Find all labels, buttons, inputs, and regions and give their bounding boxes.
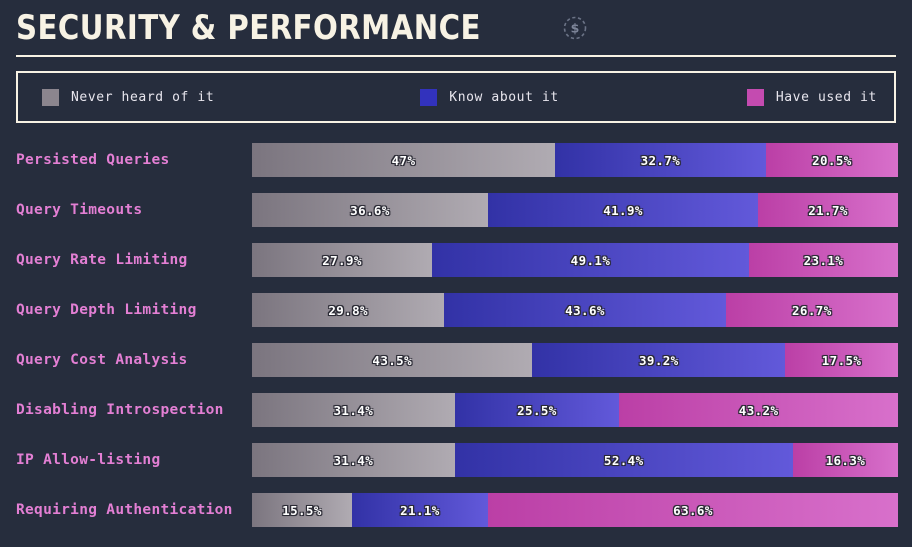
bar-row-label: Disabling Introspection (16, 402, 224, 418)
bar-segment-never-heard[interactable]: 31.4% (252, 393, 455, 427)
bar-segment-value: 63.6% (673, 502, 713, 518)
bar-segment-never-heard[interactable]: 27.9% (252, 243, 433, 277)
bar-segment-value: 39.2% (638, 352, 679, 368)
bar-segment-know-about[interactable]: 39.2% (532, 343, 786, 377)
bar-segment-value: 16.3% (825, 452, 866, 468)
bar-segment-know-about[interactable]: 25.5% (454, 393, 620, 427)
bar-segment-know-about[interactable]: 43.6% (444, 293, 726, 327)
dollar-circle-icon: $ (562, 15, 588, 41)
bar-segment-know-about[interactable]: 21.1% (351, 493, 488, 527)
bar-segment-value: 43.2% (738, 402, 779, 418)
legend-item-label: Have used it (775, 89, 877, 105)
bar-segment-value: 49.1% (570, 252, 611, 268)
bar-segment-have-used[interactable]: 63.6% (487, 493, 898, 527)
bar-row: Query Rate Limiting 27.9% 49.1% 23.1% (16, 235, 898, 285)
bar-segment-have-used[interactable]: 20.5% (765, 143, 898, 177)
bar-track: 29.8% 43.6% 26.7% (252, 293, 898, 327)
bar-segment-know-about[interactable]: 49.1% (432, 243, 749, 277)
bar-row-label: Persisted Queries (16, 152, 170, 168)
bar-row-label: Query Cost Analysis (16, 352, 188, 368)
bar-segment-have-used[interactable]: 17.5% (785, 343, 898, 377)
legend-swatch-icon (42, 88, 59, 106)
bar-segment-value: 23.1% (803, 252, 844, 268)
legend-item-never_heard[interactable]: Never heard of it (42, 88, 215, 106)
bar-segment-never-heard[interactable]: 15.5% (252, 493, 352, 527)
bar-segment-never-heard[interactable]: 29.8% (252, 293, 445, 327)
bar-segment-value: 36.6% (350, 202, 390, 218)
page-header: SECURITY & PERFORMANCE $ (0, 0, 912, 55)
bar-segment-have-used[interactable]: 21.7% (758, 193, 898, 227)
bar-row-label: Query Timeouts (16, 202, 143, 218)
bar-segment-value: 52.4% (603, 452, 644, 468)
bar-segment-value: 29.8% (328, 302, 368, 318)
bar-row: Persisted Queries 47% 32.7% 20.5% (16, 135, 898, 185)
bar-segment-know-about[interactable]: 52.4% (454, 443, 793, 477)
bar-segment-value: 21.1% (400, 502, 440, 518)
bar-segment-know-about[interactable]: 41.9% (487, 193, 759, 227)
bar-segment-value: 43.5% (372, 352, 413, 368)
stacked-bar-chart: Persisted Queries 47% 32.7% 20.5% Query Time… (0, 135, 912, 535)
legend-item-know_about[interactable]: Know about it (420, 88, 559, 106)
chart-legend: Never heard of it Know about it Have used … (16, 71, 896, 123)
bar-row: Requiring Authentication 15.5% 21.1% 63.6% (16, 485, 898, 535)
legend-item-label: Never heard of it (71, 89, 215, 105)
bar-segment-value: 32.7% (640, 152, 681, 168)
bar-row-label: Query Rate Limiting (16, 252, 188, 268)
bar-segment-value: 31.4% (333, 402, 374, 418)
bar-row: Disabling Introspection 31.4% 25.5% 43.2% (16, 385, 898, 435)
bar-segment-value: 43.6% (565, 302, 605, 318)
legend-item-have_used[interactable]: Have used it (746, 88, 877, 106)
bar-segment-never-heard[interactable]: 47% (252, 143, 555, 177)
page-title: SECURITY & PERFORMANCE (16, 7, 481, 48)
bar-segment-have-used[interactable]: 16.3% (792, 443, 898, 477)
bar-row: Query Timeouts 36.6% 41.9% 21.7% (16, 185, 898, 235)
legend-swatch-icon (746, 88, 764, 106)
bar-segment-value: 27.9% (322, 252, 362, 268)
legend-swatch-icon (420, 88, 438, 106)
bar-track: 27.9% 49.1% 23.1% (252, 243, 898, 277)
bar-segment-value: 21.7% (808, 202, 848, 218)
bar-row: Query Cost Analysis 43.5% 39.2% 17.5% (16, 335, 898, 385)
bar-segment-value: 20.5% (812, 152, 852, 168)
bar-segment-value: 47% (391, 152, 416, 168)
bar-segment-value: 41.9% (603, 202, 643, 218)
bar-segment-have-used[interactable]: 43.2% (619, 393, 898, 427)
bar-row-label: Query Depth Limiting (16, 302, 197, 318)
bar-row: IP Allow-listing 31.4% 52.4% 16.3% (16, 435, 898, 485)
bar-segment-never-heard[interactable]: 36.6% (252, 193, 488, 227)
svg-text:$: $ (570, 20, 579, 35)
bar-track: 43.5% 39.2% 17.5% (252, 343, 898, 377)
bar-row-label: IP Allow-listing (16, 452, 161, 468)
bar-segment-value: 17.5% (821, 352, 862, 368)
header-divider (16, 55, 896, 57)
bar-track: 31.4% 52.4% 16.3% (252, 443, 898, 477)
bar-track: 31.4% 25.5% 43.2% (252, 393, 898, 427)
bar-segment-have-used[interactable]: 23.1% (748, 243, 898, 277)
bar-segment-never-heard[interactable]: 43.5% (252, 343, 533, 377)
bar-track: 47% 32.7% 20.5% (252, 143, 898, 177)
bar-track: 36.6% 41.9% 21.7% (252, 193, 898, 227)
bar-segment-never-heard[interactable]: 31.4% (252, 443, 455, 477)
bar-track: 15.5% 21.1% 63.6% (252, 493, 898, 527)
bar-segment-value: 25.5% (517, 402, 557, 418)
bar-segment-know-about[interactable]: 32.7% (555, 143, 766, 177)
bar-segment-value: 31.4% (333, 452, 374, 468)
bar-segment-value: 15.5% (282, 502, 322, 518)
bar-row-label: Requiring Authentication (16, 502, 233, 518)
bar-row: Query Depth Limiting 29.8% 43.6% 26.7% (16, 285, 898, 335)
legend-item-label: Know about it (449, 89, 559, 105)
bar-segment-have-used[interactable]: 26.7% (725, 293, 898, 327)
bar-segment-value: 26.7% (792, 302, 832, 318)
